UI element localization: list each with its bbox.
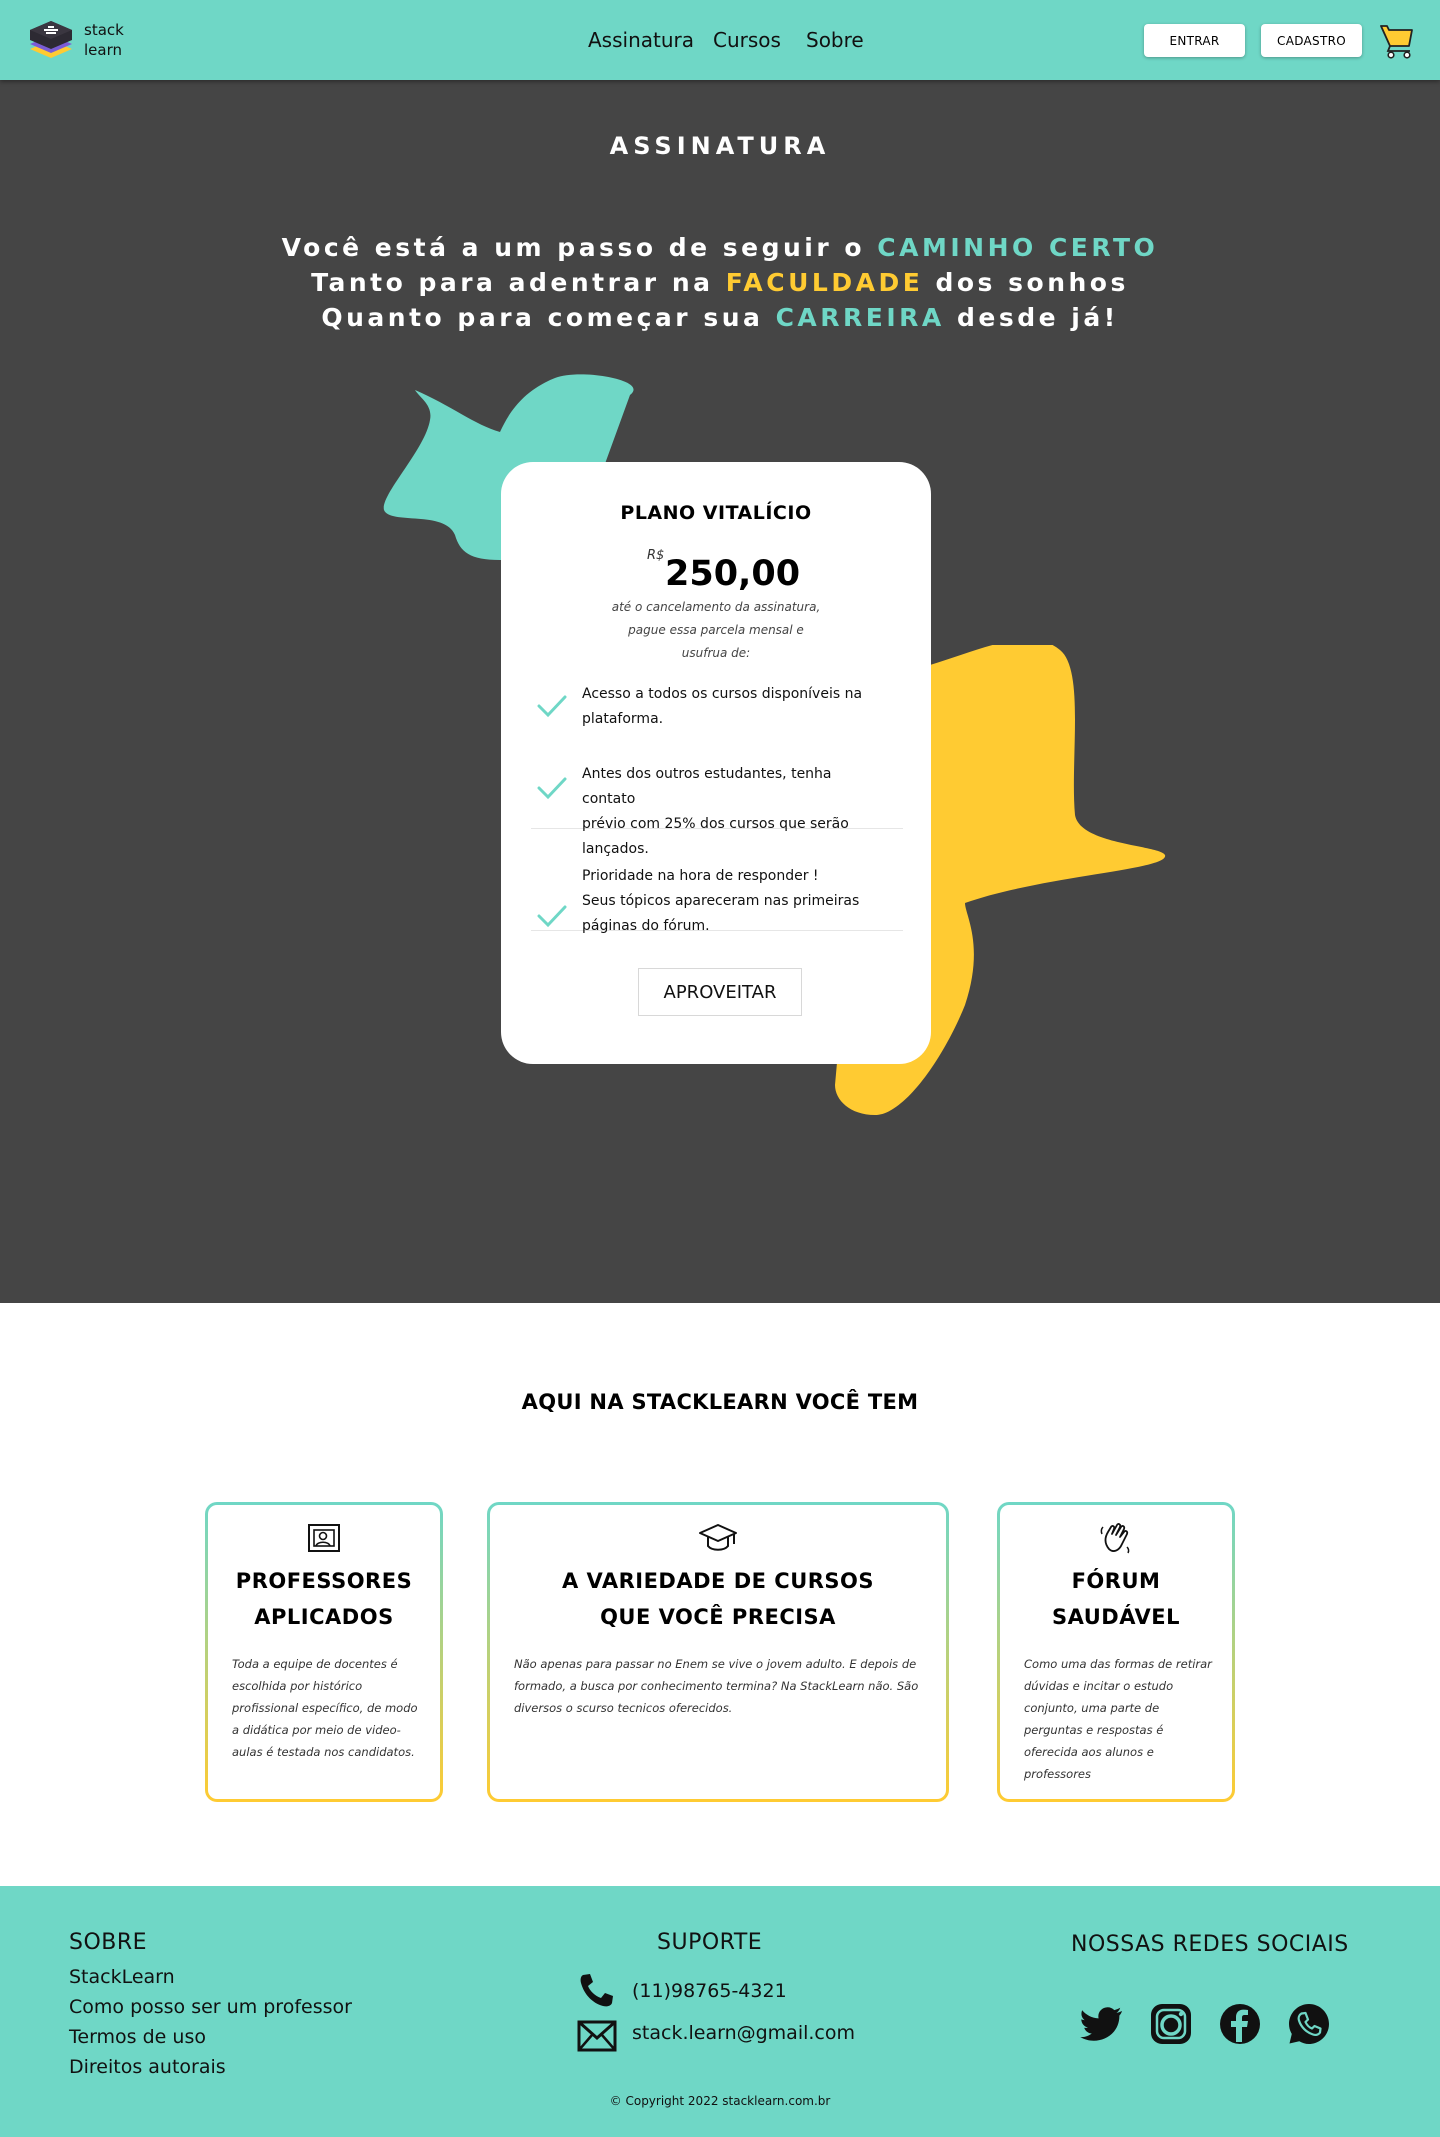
footer-support-title: SUPORTE — [657, 1930, 763, 1955]
feature-title-line: A VARIEDADE DE CURSOS — [561, 1569, 875, 1593]
benefit-text: Antes dos outros estudantes, tenha conta… — [582, 762, 882, 862]
price-note-line2: pague essa parcela mensal e — [628, 623, 804, 637]
footer-link-stacklearn[interactable]: StackLearn — [69, 1966, 175, 1988]
hero-line-3-prefix: Quanto para começar sua — [321, 303, 776, 332]
hero-line-2: Tanto para adentrar na FACULDADE dos son… — [0, 268, 1440, 297]
hero-section: ASSINATURA Você está a um passo de segui… — [0, 80, 1440, 1303]
support-phone[interactable]: (11)98765-4321 — [632, 1980, 787, 2002]
login-button[interactable]: ENTRAR — [1144, 24, 1245, 57]
hero-line-2-prefix: Tanto para adentrar na — [311, 268, 726, 297]
feature-title-line: FÓRUM — [1071, 1569, 1161, 1593]
hero-title: ASSINATURA — [609, 132, 831, 160]
feature-title-line: APLICADOS — [254, 1605, 394, 1629]
feature-description: Não apenas para passar no Enem se vive o… — [514, 1657, 919, 1715]
hero-highlight-carreira: CARREIRA — [775, 303, 945, 332]
price-note-line3: usufrua de: — [681, 646, 751, 660]
feature-card-forum: FÓRUM SAUDÁVEL Como uma das formas de re… — [997, 1502, 1235, 1802]
price-note: até o cancelamento da assinatura, pague … — [601, 596, 831, 665]
copyright-text: © Copyright 2022 stacklearn.com.br — [609, 2094, 831, 2108]
mail-icon — [577, 2020, 617, 2052]
benefit-line: Prioridade na hora de responder ! — [582, 868, 819, 884]
top-header: stack learn Assinatura Cursos Sobre ENTR… — [0, 0, 1440, 80]
benefit-line: Seus tópicos apareceram nas primeiras — [582, 893, 860, 909]
feature-card-professores: PROFESSORES APLICADOS Toda a equipe de d… — [205, 1502, 443, 1802]
feature-card-cursos: A VARIEDADE DE CURSOS QUE VOCÊ PRECISA N… — [487, 1502, 949, 1802]
aproveitar-button[interactable]: APROVEITAR — [638, 968, 802, 1016]
footer-link-termos[interactable]: Termos de uso — [69, 2026, 206, 2048]
hero-line-1-prefix: Você está a um passo de seguir o — [281, 233, 878, 262]
plan-title: PLANO VITALÍCIO — [620, 502, 812, 524]
footer-social-title: NOSSAS REDES SOCIAIS — [1071, 1932, 1349, 1957]
instagram-icon[interactable] — [1149, 2002, 1193, 2046]
benefit-text: Prioridade na hora de responder ! Seus t… — [582, 864, 882, 939]
hero-highlight-faculdade: FACULDADE — [725, 268, 924, 297]
nav-cursos[interactable]: Cursos — [713, 28, 781, 52]
nav-assinatura[interactable]: Assinatura — [588, 28, 694, 52]
price-note-line1: até o cancelamento da assinatura, — [611, 600, 821, 614]
twitter-icon[interactable] — [1080, 2002, 1124, 2046]
feature-title-line: QUE VOCÊ PRECISA — [600, 1605, 836, 1629]
facebook-icon[interactable] — [1218, 2002, 1262, 2046]
feature-title: PROFESSORES APLICADOS — [208, 1563, 440, 1635]
benefit-line: plataforma. — [582, 711, 664, 727]
benefit-text: Acesso a todos os cursos disponíveis na … — [582, 682, 882, 732]
benefit-line: páginas do fórum. — [582, 918, 710, 934]
features-title: AQUI NA STACKLEARN VOCÊ TEM — [521, 1390, 919, 1414]
feature-title-line: PROFESSORES — [235, 1569, 413, 1593]
footer-about-title: SOBRE — [69, 1930, 148, 1955]
feature-description: Como uma das formas de retirar dúvidas e… — [1024, 1657, 1212, 1781]
logo-text[interactable]: stack learn — [84, 20, 124, 60]
benefit-line: Antes dos outros estudantes, tenha conta… — [582, 766, 832, 807]
plan-card: PLANO VITALÍCIO R$ 250,00 até o cancelam… — [501, 462, 931, 1064]
presentation-icon — [308, 1524, 340, 1552]
waving-hand-icon — [1100, 1523, 1130, 1554]
hero-line-3-suffix: desde já! — [944, 303, 1119, 332]
logo-text-line1: stack — [84, 21, 124, 39]
benefit-line: Acesso a todos os cursos disponíveis na — [582, 686, 863, 702]
check-icon — [537, 695, 567, 718]
footer-link-professor[interactable]: Como posso ser um professor — [69, 1996, 352, 2018]
support-email[interactable]: stack.learn@gmail.com — [632, 2022, 855, 2044]
logo-text-line2: learn — [84, 41, 122, 59]
stacklearn-logo-icon[interactable] — [28, 18, 74, 64]
feature-description: Toda a equipe de docentes é escolhida po… — [232, 1657, 418, 1759]
signup-button[interactable]: CADASTRO — [1261, 24, 1362, 57]
benefit-line: prévio com 25% dos cursos que serão — [582, 816, 849, 832]
hero-highlight-caminho: CAMINHO CERTO — [877, 233, 1159, 262]
price-currency: R$ — [647, 548, 665, 563]
phone-icon — [580, 1974, 613, 2007]
hero-line-3: Quanto para começar sua CARREIRA desde j… — [0, 303, 1440, 332]
graduation-cap-icon — [699, 1524, 737, 1551]
feature-title: FÓRUM SAUDÁVEL — [1000, 1563, 1232, 1635]
cart-icon[interactable] — [1379, 22, 1415, 60]
footer: SOBRE StackLearn Como posso ser um profe… — [0, 1886, 1440, 2137]
check-icon — [537, 777, 567, 800]
hero-line-2-suffix: dos sonhos — [923, 268, 1129, 297]
check-icon — [537, 905, 567, 928]
nav-sobre[interactable]: Sobre — [806, 28, 864, 52]
plan-price: 250,00 — [665, 554, 801, 594]
footer-link-direitos[interactable]: Direitos autorais — [69, 2056, 226, 2078]
feature-title: A VARIEDADE DE CURSOS QUE VOCÊ PRECISA — [490, 1563, 946, 1635]
benefit-line: lançados. — [582, 841, 649, 857]
feature-title-line: SAUDÁVEL — [1051, 1605, 1181, 1629]
whatsapp-icon[interactable] — [1287, 2002, 1331, 2046]
hero-line-1: Você está a um passo de seguir o CAMINHO… — [0, 233, 1440, 262]
